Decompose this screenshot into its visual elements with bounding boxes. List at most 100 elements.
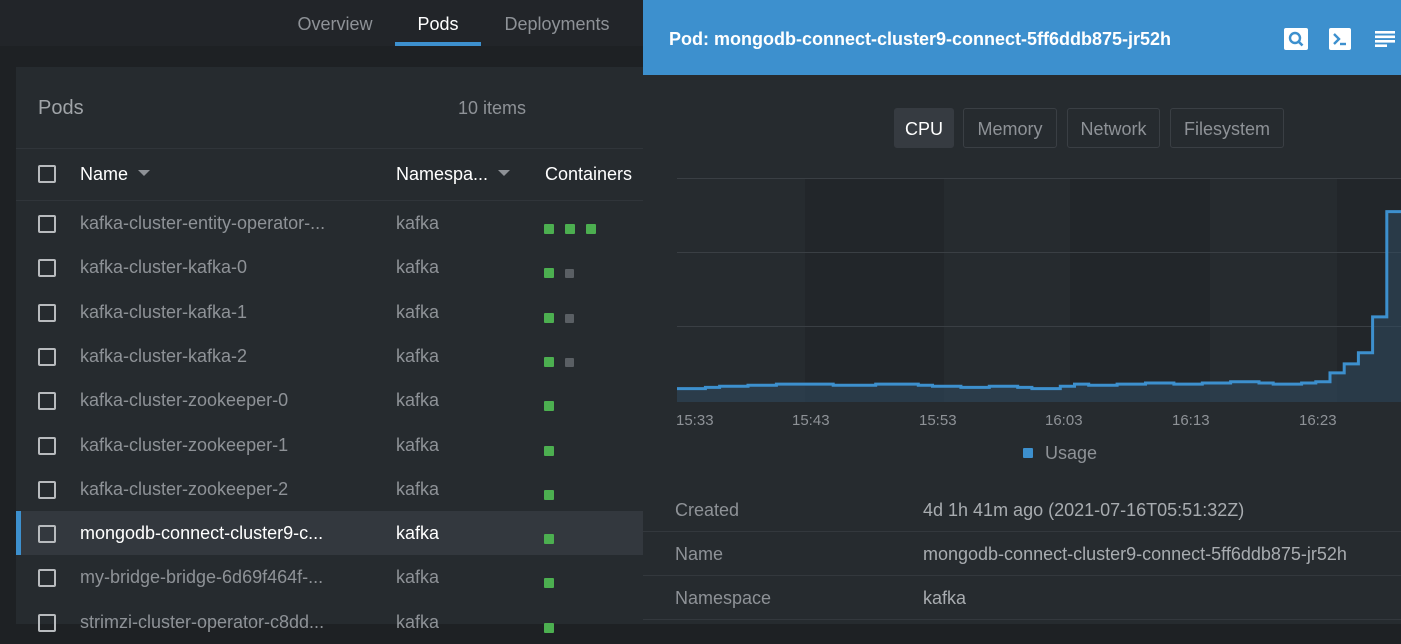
container-status-dot [544, 224, 554, 234]
table-row[interactable]: strimzi-cluster-operator-c8dd... kafka [16, 600, 643, 644]
table-row[interactable]: kafka-cluster-entity-operator-... kafka [16, 201, 643, 245]
table-row[interactable]: mongodb-connect-cluster9-c... kafka [16, 511, 643, 556]
logs-icon[interactable] [1375, 31, 1395, 52]
table-row[interactable]: kafka-cluster-zookeeper-1 kafka [16, 423, 643, 467]
container-status-dot [565, 269, 574, 279]
pods-panel-title: Pods [38, 97, 84, 119]
row-checkbox[interactable] [38, 259, 56, 278]
pod-namespace: kafka [396, 345, 440, 366]
chart-band [805, 178, 944, 402]
chart-band [1070, 178, 1210, 402]
table-row[interactable]: kafka-cluster-kafka-2 kafka [16, 334, 643, 378]
column-header-name-label: Name [80, 164, 129, 184]
drawer-title: Pod: mongodb-connect-cluster9-connect-5f… [669, 29, 1172, 49]
column-header-containers[interactable]: Containers [545, 164, 632, 185]
pod-namespace: kafka [396, 611, 440, 632]
tab-memory[interactable]: Memory [963, 108, 1057, 148]
container-status-dot [544, 622, 554, 633]
pod-name: my-bridge-bridge-6d69f464f-... [80, 567, 324, 588]
legend-swatch [1023, 448, 1033, 458]
pod-name: kafka-cluster-zookeeper-2 [80, 478, 289, 499]
tab-network[interactable]: Network [1067, 108, 1160, 148]
row-checkbox[interactable] [38, 347, 56, 366]
container-status-dot [544, 356, 554, 367]
top-tab-bar: Overview Pods Deployments [0, 0, 643, 46]
container-status [544, 572, 565, 589]
select-all-checkbox[interactable] [38, 165, 56, 183]
container-status-dot [544, 578, 554, 589]
container-status-dot [544, 401, 554, 412]
container-status [544, 307, 585, 323]
pod-name: kafka-cluster-kafka-2 [80, 345, 248, 366]
sort-down-icon [138, 170, 151, 177]
pod-name: kafka-cluster-zookeeper-0 [80, 390, 289, 411]
pods-panel: Pods 10 items Name Namespa... Containers… [16, 67, 643, 633]
container-status [544, 440, 565, 456]
table-row[interactable]: kafka-cluster-kafka-1 kafka [16, 290, 643, 334]
x-tick-label: 15:33 [676, 412, 714, 429]
column-header-namespace[interactable]: Namespa... [396, 164, 511, 185]
search-icon[interactable] [1284, 28, 1308, 55]
tab-deployments[interactable]: Deployments [492, 0, 622, 46]
row-checkbox[interactable] [38, 525, 56, 544]
table-row[interactable]: my-bridge-bridge-6d69f464f-... kafka [16, 555, 643, 599]
pod-name: mongodb-connect-cluster9-c... [80, 523, 324, 544]
container-status [544, 218, 607, 234]
row-checkbox[interactable] [38, 613, 56, 632]
pod-namespace: kafka [396, 257, 440, 278]
sort-down-icon [498, 170, 511, 177]
table-row[interactable]: kafka-cluster-zookeeper-0 kafka [16, 378, 643, 422]
container-status-dot [544, 489, 554, 500]
drawer-header: Pod: mongodb-connect-cluster9-connect-5f… [643, 0, 1401, 75]
pod-namespace: kafka [396, 478, 440, 499]
tab-pods[interactable]: Pods [395, 0, 481, 46]
x-tick-label: 15:53 [919, 412, 957, 429]
container-status [544, 484, 565, 500]
container-status-dot [586, 224, 596, 234]
row-checkbox[interactable] [38, 215, 56, 233]
pod-namespace: kafka [396, 301, 440, 322]
container-status [544, 351, 585, 367]
pod-detail-drawer: Pod: mongodb-connect-cluster9-connect-5f… [643, 0, 1401, 624]
container-status [544, 262, 585, 279]
container-status-dot [544, 312, 554, 323]
detail-row-name: Name mongodb-connect-cluster9-connect-5f… [643, 532, 1401, 576]
container-status-dot [565, 224, 575, 234]
chart-band [1210, 178, 1337, 402]
legend-label: Usage [1045, 443, 1098, 463]
cpu-usage-chart [677, 178, 1401, 402]
x-tick-label: 15:43 [792, 412, 830, 429]
chart-band [677, 178, 805, 402]
pod-namespace: kafka [396, 567, 440, 588]
items-count: 10 items [458, 98, 527, 118]
x-tick-label: 16:03 [1045, 412, 1083, 429]
pod-namespace: kafka [396, 213, 440, 233]
container-status-dot [544, 534, 554, 545]
pods-panel-header: Pods 10 items [16, 67, 643, 149]
pod-name: kafka-cluster-kafka-1 [80, 301, 248, 322]
row-checkbox[interactable] [38, 436, 56, 455]
container-status [544, 528, 565, 545]
detail-key: Created [675, 500, 740, 520]
pod-name: kafka-cluster-entity-operator-... [80, 213, 326, 233]
terminal-icon[interactable] [1329, 28, 1351, 55]
column-header-name[interactable]: Name [80, 164, 151, 185]
chart-band [944, 178, 1070, 402]
tab-overview[interactable]: Overview [282, 0, 388, 46]
table-header: Name Namespa... Containers [16, 149, 643, 201]
row-checkbox[interactable] [38, 392, 56, 411]
tab-cpu[interactable]: CPU [894, 108, 954, 148]
tab-filesystem[interactable]: Filesystem [1170, 108, 1284, 148]
row-checkbox[interactable] [38, 303, 56, 322]
pod-namespace: kafka [396, 434, 440, 455]
table-row[interactable]: kafka-cluster-zookeeper-2 kafka [16, 467, 643, 511]
detail-value: 4d 1h 41m ago (2021-07-16T05:51:32Z) [923, 500, 1245, 520]
detail-value: mongodb-connect-cluster9-connect-5ff6ddb… [923, 544, 1347, 564]
row-checkbox[interactable] [38, 569, 56, 588]
row-checkbox[interactable] [38, 480, 56, 499]
container-status [544, 617, 565, 633]
table-row[interactable]: kafka-cluster-kafka-0 kafka [16, 245, 643, 289]
pod-namespace: kafka [396, 523, 440, 544]
column-header-namespace-label: Namespa... [396, 164, 489, 184]
container-status-dot [544, 268, 554, 279]
